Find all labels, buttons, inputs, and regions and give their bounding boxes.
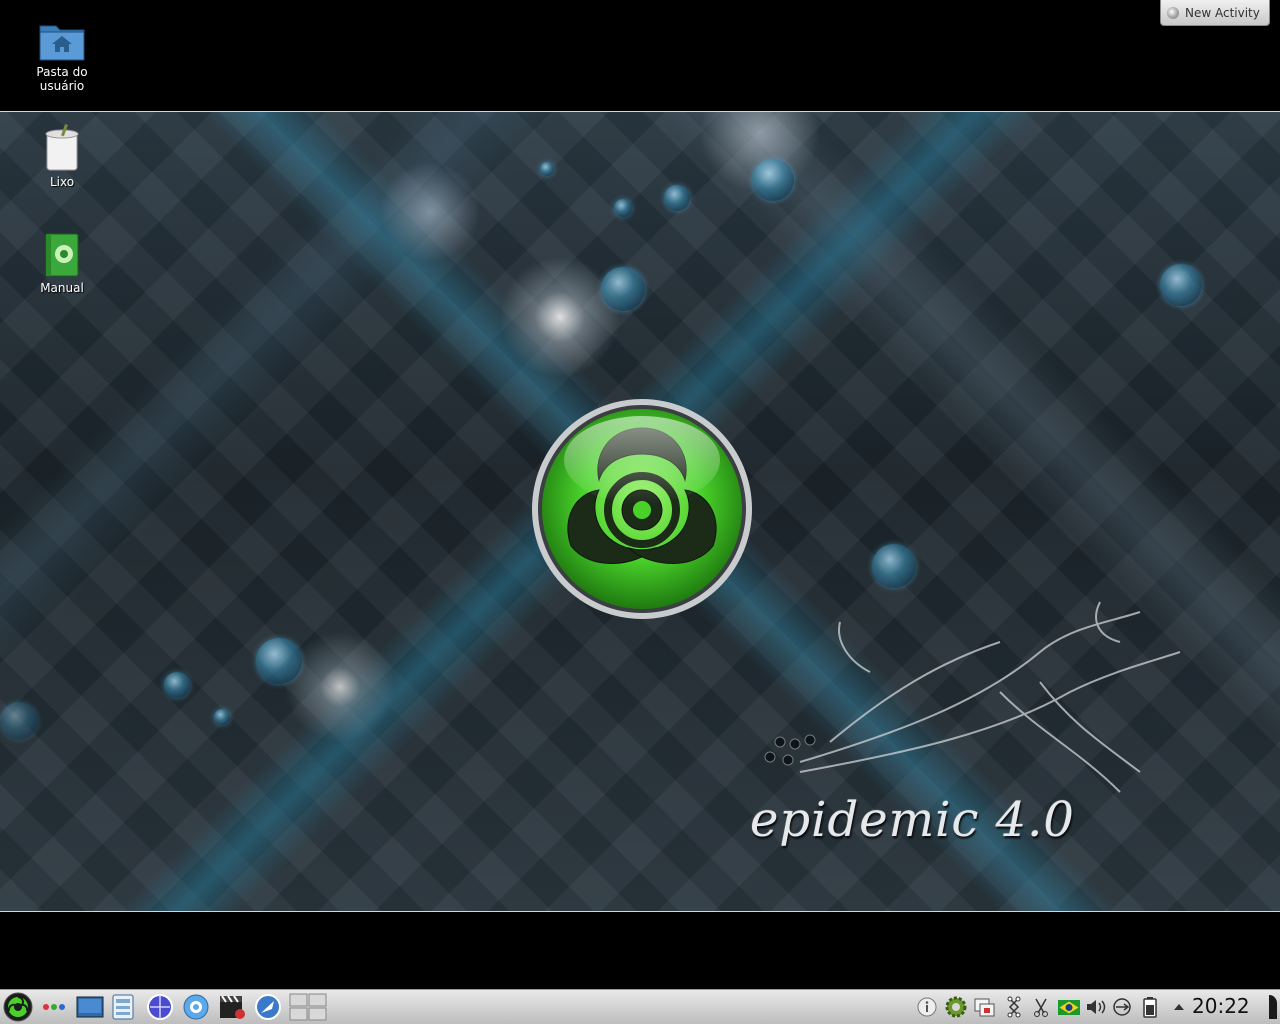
new-activity-button[interactable]: New Activity: [1160, 0, 1270, 26]
volume-tray-button[interactable]: [1084, 993, 1108, 1021]
bubble: [664, 185, 690, 211]
scissors-icon: [1034, 998, 1048, 1017]
bubble: [752, 159, 794, 201]
desktop-icon-trash[interactable]: Lixo: [17, 124, 107, 189]
panel-toolbox-icon: [1269, 995, 1277, 1019]
battery-icon: [1143, 997, 1157, 1018]
settings-gear-icon: [945, 996, 967, 1018]
activity-icon: [1167, 6, 1179, 19]
install-icon: [255, 994, 281, 1020]
wallpaper-brand-text: epidemic 4.0: [750, 792, 1075, 848]
file-manager-icon: [112, 994, 134, 1020]
desktop-icon-label: Lixo: [49, 175, 75, 189]
install-button[interactable]: [252, 993, 284, 1021]
panel-toolbox-button[interactable]: [1258, 993, 1280, 1021]
desktop-icon-home-folder[interactable]: Pasta do usuário: [17, 20, 107, 93]
show-desktop-button[interactable]: [74, 993, 106, 1021]
pager-icon: [289, 993, 327, 1021]
battery-tray-button[interactable]: [1138, 993, 1162, 1021]
desktop: epidemic 4.0 Pasta do usuário Lixo Manua…: [0, 0, 1280, 989]
window-list-tray-button[interactable]: [972, 993, 998, 1021]
tray-expand-button[interactable]: [1170, 993, 1188, 1021]
help-icon: [183, 994, 209, 1020]
bubble: [540, 162, 554, 176]
usb-icon: [1113, 998, 1131, 1016]
tray-expand-icon: [1174, 1004, 1184, 1010]
desktop-icon-label: Pasta do: [36, 65, 88, 79]
activities-button[interactable]: [38, 993, 70, 1021]
keyboard-layout-tray-button[interactable]: [1056, 993, 1082, 1021]
activities-icon: [43, 1004, 65, 1010]
screenshot-tray-button[interactable]: [1030, 993, 1052, 1021]
bubble: [614, 199, 632, 217]
bubble: [601, 267, 645, 311]
wallpaper: epidemic 4.0: [0, 111, 1280, 912]
clock[interactable]: 20:22: [1192, 994, 1250, 1018]
settings-tray-button[interactable]: [944, 993, 968, 1021]
media-player-button[interactable]: [216, 993, 248, 1021]
desktop-pager[interactable]: [289, 993, 327, 1021]
decorative-swirl: [764, 601, 1181, 793]
desktop-icon-manual[interactable]: Manual: [17, 232, 107, 295]
manual-book-icon: [45, 233, 79, 277]
media-player-icon: [220, 995, 245, 1019]
home-folder-icon: [39, 25, 85, 61]
help-button[interactable]: [180, 993, 212, 1021]
bubble: [256, 638, 302, 684]
brazil-flag-icon: [1058, 999, 1080, 1015]
biohazard-logo: [532, 399, 752, 619]
bubble: [164, 672, 190, 698]
bubble: [214, 709, 230, 725]
bubble: [0, 702, 38, 740]
file-manager-button[interactable]: [108, 993, 138, 1021]
network-tray-button[interactable]: [1002, 993, 1026, 1021]
web-browser-icon: [147, 994, 173, 1020]
usb-tray-button[interactable]: [1110, 993, 1134, 1021]
application-launcher[interactable]: [2, 992, 34, 1022]
bubble: [1160, 264, 1202, 306]
biohazard-menu-icon: [3, 992, 33, 1022]
desktop-icon-label: usuário: [39, 79, 85, 93]
network-icon: [1007, 996, 1021, 1018]
web-browser-button[interactable]: [144, 993, 176, 1021]
info-icon: [917, 997, 937, 1017]
show-desktop-icon: [76, 996, 104, 1018]
desktop-icon-label: Manual: [40, 281, 84, 295]
info-tray-button[interactable]: [916, 993, 938, 1021]
window-list-icon: [974, 998, 995, 1017]
taskbar: 20:22: [0, 989, 1280, 1024]
trash-icon: [45, 124, 79, 171]
new-activity-label: New Activity: [1185, 5, 1260, 20]
volume-icon: [1087, 1000, 1106, 1014]
